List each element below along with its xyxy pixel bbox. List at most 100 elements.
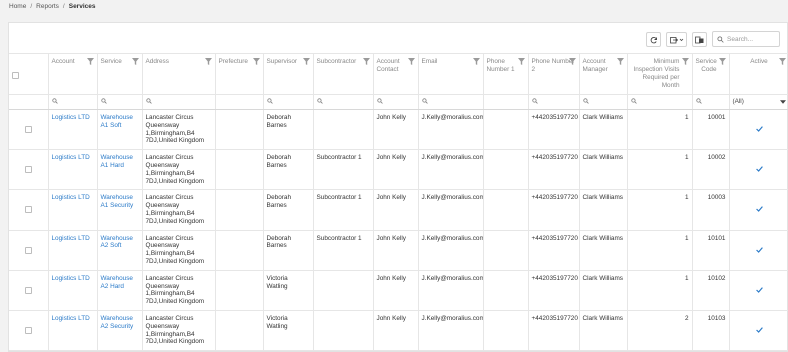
cell-service[interactable]: Warehouse A1 Security xyxy=(97,189,143,231)
check-icon xyxy=(755,327,763,333)
breadcrumb-home[interactable]: Home xyxy=(9,3,26,10)
column-header-phone2[interactable]: Phone Number 2 xyxy=(528,53,580,95)
export-button[interactable] xyxy=(666,32,687,47)
cell-email: J.Kelly@moralius.com xyxy=(418,230,484,271)
cell-email: J.Kelly@moralius.com xyxy=(418,270,484,311)
filter-icon[interactable] xyxy=(302,58,310,65)
column-chooser-button[interactable] xyxy=(692,32,707,47)
filter-cell-prefecture[interactable] xyxy=(215,94,264,110)
cell-service[interactable]: Warehouse A1 Hard xyxy=(97,149,143,191)
column-header-address[interactable]: Address xyxy=(142,53,216,95)
check-icon xyxy=(755,246,763,253)
filter-cell-subcontractor[interactable] xyxy=(313,94,374,110)
cell-manager: Clark Williams xyxy=(579,230,628,271)
breadcrumb-reports[interactable]: Reports xyxy=(36,3,59,10)
cell-phone2: +442035197720 xyxy=(528,270,580,311)
filter-icon[interactable] xyxy=(472,58,480,65)
cell-service[interactable]: Warehouse A1 Soft xyxy=(97,109,143,151)
filter-cell-email[interactable] xyxy=(418,94,484,110)
column-header-active[interactable]: Active xyxy=(729,53,788,95)
row-select-cell xyxy=(9,149,49,191)
export-icon xyxy=(669,36,683,43)
cell-code: 10002 xyxy=(692,149,730,191)
column-header-min-visits[interactable]: Minimum Inspection Visits Required per M… xyxy=(627,53,693,95)
table-row[interactable]: Logistics LTD Warehouse A1 Hard Lancaster … xyxy=(9,149,788,191)
table-row[interactable]: Logistics LTD Warehouse A1 Soft Lancaster … xyxy=(9,109,788,151)
cell-account[interactable]: Logistics LTD xyxy=(48,109,98,151)
column-header-subcontractor[interactable]: Subcontractor xyxy=(313,53,374,95)
filter-icon[interactable] xyxy=(616,58,624,65)
column-header-phone1[interactable]: Phone Number 1 xyxy=(483,53,529,95)
column-header-account-manager[interactable]: Account Manager xyxy=(579,53,628,95)
refresh-button[interactable] xyxy=(646,32,661,47)
cell-contact: John Kelly xyxy=(373,310,419,352)
cell-active xyxy=(729,149,788,191)
filter-icon[interactable] xyxy=(86,58,94,65)
filter-cell-code[interactable] xyxy=(692,94,730,110)
table-row[interactable]: Logistics LTD Warehouse A2 Security Lancas… xyxy=(9,310,788,352)
cell-service[interactable]: Warehouse A2 Soft xyxy=(97,230,143,271)
cell-address: Lancaster Circus Queensway 1,Birmingham,… xyxy=(142,270,216,311)
refresh-icon xyxy=(650,36,657,43)
filter-icon[interactable] xyxy=(517,58,525,65)
filter-icon[interactable] xyxy=(131,58,139,65)
filter-icon[interactable] xyxy=(568,58,576,65)
search-input[interactable] xyxy=(727,35,779,43)
row-checkbox[interactable] xyxy=(24,326,32,334)
filter-icon[interactable] xyxy=(362,58,370,65)
cell-account[interactable]: Logistics LTD xyxy=(48,149,98,191)
cell-prefecture xyxy=(215,109,264,151)
filter-icon[interactable] xyxy=(681,58,689,65)
table-row[interactable]: Logistics LTD Warehouse A1 Security Lancas… xyxy=(9,189,788,231)
cell-manager: Clark Williams xyxy=(579,149,628,191)
table-row[interactable]: Logistics LTD Warehouse A2 Hard Lancaster … xyxy=(9,270,788,311)
filter-icon[interactable] xyxy=(407,58,415,65)
cell-email: J.Kelly@moralius.com xyxy=(418,310,484,352)
filter-cell-phone1[interactable] xyxy=(483,94,529,110)
filter-cell-service[interactable] xyxy=(97,94,143,110)
cell-supervisor: Deborah Barnes xyxy=(263,230,314,271)
filter-icon[interactable] xyxy=(718,58,726,65)
filter-cell-contact[interactable] xyxy=(373,94,419,110)
grid-search-box[interactable] xyxy=(712,31,780,47)
cell-supervisor: Victoria Watling xyxy=(263,310,314,352)
search-icon xyxy=(100,98,107,104)
cell-account[interactable]: Logistics LTD xyxy=(48,230,98,271)
select-all-checkbox[interactable] xyxy=(12,72,19,79)
cell-service[interactable]: Warehouse A2 Hard xyxy=(97,270,143,311)
row-checkbox[interactable] xyxy=(24,246,32,254)
row-checkbox[interactable] xyxy=(24,206,32,214)
cell-address: Lancaster Circus Queensway 1,Birmingham,… xyxy=(142,310,216,352)
column-header-email[interactable]: Email xyxy=(418,53,484,95)
cell-account[interactable]: Logistics LTD xyxy=(48,310,98,352)
column-header-account-contact[interactable]: Account Contact xyxy=(373,53,419,95)
filter-cell-visits[interactable] xyxy=(627,94,693,110)
row-checkbox[interactable] xyxy=(24,286,32,294)
cell-service[interactable]: Warehouse A2 Security xyxy=(97,310,143,352)
filter-icon[interactable] xyxy=(252,58,260,65)
row-checkbox[interactable] xyxy=(24,126,32,133)
filter-icon[interactable] xyxy=(778,58,786,65)
active-filter-select[interactable]: (All) xyxy=(733,98,786,105)
column-header-prefecture[interactable]: Prefecture xyxy=(215,53,264,95)
filter-cell-supervisor[interactable] xyxy=(263,94,314,110)
cell-subcontractor: Subcontractor 1 xyxy=(313,230,374,271)
column-header-service[interactable]: Service xyxy=(97,53,143,95)
cell-address: Lancaster Circus Queensway 1,Birmingham,… xyxy=(142,189,216,231)
filter-cell-address[interactable] xyxy=(142,94,216,110)
cell-manager: Clark Williams xyxy=(579,189,628,231)
table-row[interactable]: Logistics LTD Warehouse A2 Soft Lancaster … xyxy=(9,230,788,271)
filter-icon[interactable] xyxy=(204,58,212,65)
column-header-supervisor[interactable]: Supervisor xyxy=(263,53,314,95)
filter-cell-manager[interactable] xyxy=(579,94,628,110)
row-select-cell xyxy=(9,109,49,151)
filter-cell-phone2[interactable] xyxy=(528,94,580,110)
filter-cell-account[interactable] xyxy=(48,94,98,110)
column-header-account[interactable]: Account xyxy=(48,53,98,95)
filter-cell-active[interactable]: (All) xyxy=(729,94,788,110)
row-checkbox[interactable] xyxy=(24,166,32,174)
column-header-service-code[interactable]: Service Code xyxy=(692,53,730,95)
row-select-cell xyxy=(9,189,49,231)
cell-account[interactable]: Logistics LTD xyxy=(48,270,98,311)
cell-account[interactable]: Logistics LTD xyxy=(48,189,98,231)
